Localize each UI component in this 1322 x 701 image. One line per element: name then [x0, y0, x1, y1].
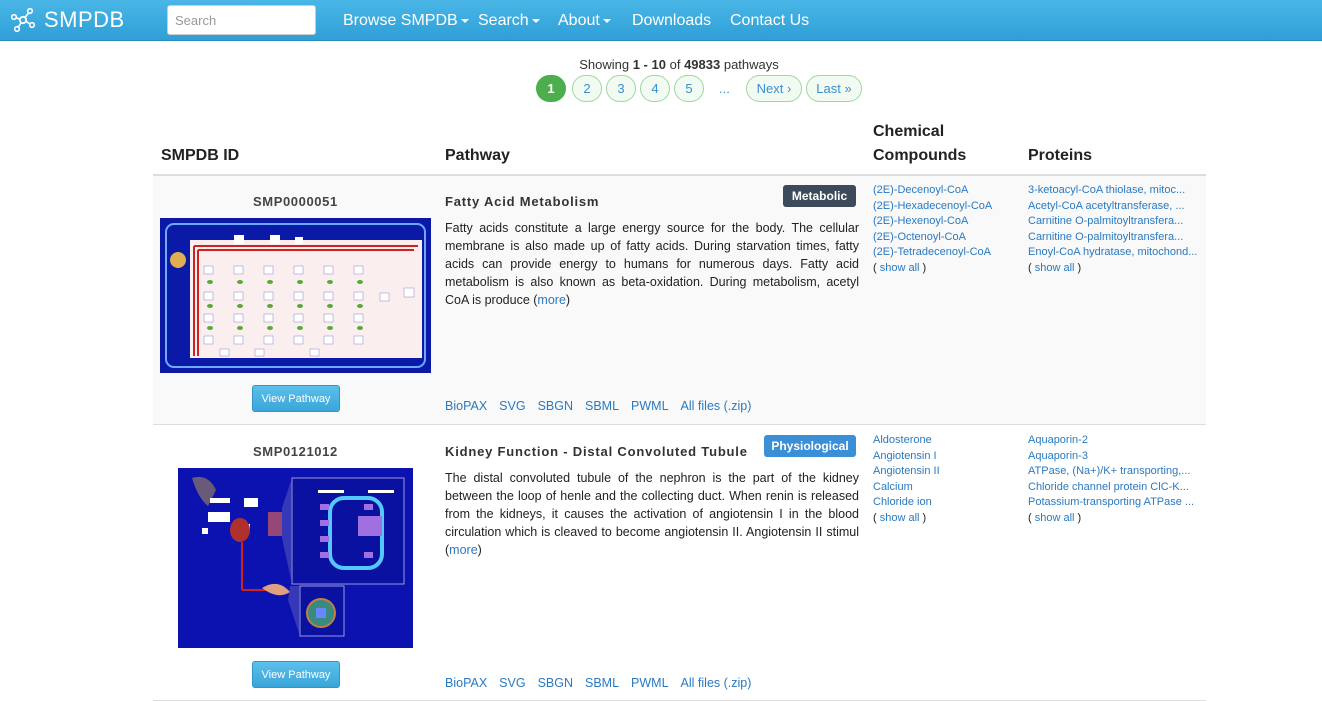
brand-logo[interactable]: SMPDB: [10, 5, 125, 35]
header-proteins: Proteins: [1028, 147, 1093, 164]
description-text: The distal convoluted tubule of the neph…: [445, 471, 859, 539]
showing-suffix: pathways: [723, 57, 779, 72]
show-all-proteins: ( show all ): [1028, 261, 1082, 274]
smpdb-id-link[interactable]: SMP0121012: [253, 444, 338, 459]
compound-link[interactable]: (2E)-Hexenoyl-CoA: [873, 214, 992, 230]
view-pathway-button[interactable]: View Pathway: [252, 385, 340, 412]
caret-down-icon: [531, 18, 540, 23]
page-1-button[interactable]: 1: [536, 75, 566, 102]
view-pathway-button[interactable]: View Pathway: [252, 661, 340, 688]
category-badge: Metabolic: [783, 185, 856, 207]
header-chemical: Chemical: [873, 123, 945, 140]
all-files-link[interactable]: All files (.zip): [681, 676, 752, 690]
page-4-button[interactable]: 4: [640, 75, 670, 102]
sbgn-link[interactable]: SBGN: [538, 399, 573, 413]
protein-link[interactable]: Potassium-transporting ATPase ...: [1028, 495, 1194, 511]
pathway-description: Fatty acids constitute a large energy so…: [445, 221, 859, 307]
pagination-ellipsis: ...: [719, 81, 730, 96]
header-compounds: Compounds: [873, 147, 967, 164]
show-all-compounds: ( show all ): [873, 511, 927, 524]
caret-down-icon: [602, 18, 611, 23]
nav-about-label: About: [558, 11, 600, 29]
pathway-title-link[interactable]: Kidney Function - Distal Convoluted Tubu…: [445, 444, 748, 459]
protein-link[interactable]: Aquaporin-2: [1028, 433, 1194, 449]
all-files-link[interactable]: All files (.zip): [681, 399, 752, 413]
pathway-title-link[interactable]: Fatty Acid Metabolism: [445, 194, 599, 209]
compound-link[interactable]: (2E)-Octenoyl-CoA: [873, 230, 992, 246]
brand-name: SMPDB: [44, 7, 125, 32]
showing-prefix: Showing: [579, 57, 630, 72]
compounds-list: Aldosterone Angiotensin I Angiotensin II…: [873, 433, 940, 526]
nav-browse-smpdb[interactable]: Browse SMPDB: [343, 0, 469, 41]
proteins-list: 3-ketoacyl-CoA thiolase, mitoc... Acetyl…: [1028, 183, 1197, 276]
page-5-button[interactable]: 5: [674, 75, 704, 102]
svg-link[interactable]: SVG: [499, 399, 525, 413]
sbgn-link[interactable]: SBGN: [538, 676, 573, 690]
sbml-link[interactable]: SBML: [585, 399, 619, 413]
header-smpdb-id: SMPDB ID: [161, 147, 240, 164]
show-all-link[interactable]: show all: [880, 262, 920, 274]
show-all-proteins: ( show all ): [1028, 511, 1082, 524]
protein-link[interactable]: Carnitine O-palmitoyltransfera...: [1028, 214, 1197, 230]
showing-total: 49833: [684, 57, 721, 72]
showing-of: of: [669, 57, 681, 72]
show-all-link[interactable]: show all: [880, 512, 920, 524]
category-badge: Physiological: [764, 435, 856, 457]
compound-link[interactable]: Calcium: [873, 480, 940, 496]
compound-link[interactable]: Aldosterone: [873, 433, 940, 449]
page-3-button[interactable]: 3: [606, 75, 636, 102]
protein-link[interactable]: Acetyl-CoA acetyltransferase, ...: [1028, 199, 1197, 215]
results-summary: Showing 1 - 10 of 49833 pathways: [0, 57, 1322, 72]
compound-link[interactable]: Chloride ion: [873, 495, 940, 511]
search-input[interactable]: [167, 5, 316, 35]
protein-link[interactable]: 3-ketoacyl-CoA thiolase, mitoc...: [1028, 183, 1197, 199]
protein-link[interactable]: Carnitine O-palmitoyltransfera...: [1028, 230, 1197, 246]
pathway-thumbnail[interactable]: [178, 468, 413, 653]
pathway-thumbnail[interactable]: [160, 218, 431, 378]
proteins-list: Aquaporin-2 Aquaporin-3 ATPase, (Na+)/K+…: [1028, 433, 1194, 526]
navbar: SMPDB Browse SMPDB Search About Download…: [0, 0, 1322, 41]
biopax-link[interactable]: BioPAX: [445, 676, 487, 690]
nav-about[interactable]: About: [558, 0, 611, 41]
last-page-button[interactable]: Last »: [806, 75, 862, 102]
compound-link[interactable]: (2E)-Tetradecenoyl-CoA: [873, 245, 992, 261]
more-link[interactable]: more: [537, 293, 565, 307]
show-all-link[interactable]: show all: [1035, 262, 1075, 274]
compound-link[interactable]: Angiotensin I: [873, 449, 940, 465]
sbml-link[interactable]: SBML: [585, 676, 619, 690]
protein-link[interactable]: Aquaporin-3: [1028, 449, 1194, 465]
caret-down-icon: [460, 18, 469, 23]
pwml-link[interactable]: PWML: [631, 399, 669, 413]
pwml-link[interactable]: PWML: [631, 676, 669, 690]
show-all-compounds: ( show all ): [873, 261, 927, 274]
file-links: BioPAX SVG SBGN SBML PWML All files (.zi…: [445, 676, 763, 690]
showing-range: 1 - 10: [632, 57, 666, 72]
nav-contact-us[interactable]: Contact Us: [730, 0, 809, 41]
nav-browse-label: Browse SMPDB: [343, 11, 458, 29]
compound-link[interactable]: Angiotensin II: [873, 464, 940, 480]
pathway-description: The distal convoluted tubule of the neph…: [445, 471, 859, 557]
show-all-link[interactable]: show all: [1035, 512, 1075, 524]
nav-downloads[interactable]: Downloads: [632, 0, 711, 41]
compounds-list: (2E)-Decenoyl-CoA (2E)-Hexadecenoyl-CoA …: [873, 183, 992, 276]
protein-link[interactable]: Chloride channel protein ClC-K...: [1028, 480, 1194, 496]
nav-downloads-label: Downloads: [632, 11, 712, 29]
biopax-link[interactable]: BioPAX: [445, 399, 487, 413]
page-2-button[interactable]: 2: [572, 75, 602, 102]
nav-search[interactable]: Search: [478, 0, 540, 41]
smpdb-id-link[interactable]: SMP0000051: [253, 194, 338, 209]
header-pathway: Pathway: [445, 147, 510, 164]
nav-search-label: Search: [478, 11, 529, 29]
file-links: BioPAX SVG SBGN SBML PWML All files (.zi…: [445, 399, 763, 413]
svg-link[interactable]: SVG: [499, 676, 525, 690]
protein-link[interactable]: ATPase, (Na+)/K+ transporting,...: [1028, 464, 1194, 480]
compound-link[interactable]: (2E)-Hexadecenoyl-CoA: [873, 199, 992, 215]
protein-link[interactable]: Enoyl-CoA hydratase, mitochond...: [1028, 245, 1197, 261]
next-page-button[interactable]: Next ›: [746, 75, 802, 102]
more-link[interactable]: more: [449, 543, 477, 557]
description-text: Fatty acids constitute a large energy so…: [445, 221, 859, 307]
nav-contact-label: Contact Us: [730, 11, 810, 29]
compound-link[interactable]: (2E)-Decenoyl-CoA: [873, 183, 992, 199]
network-logo-icon: [10, 7, 36, 33]
